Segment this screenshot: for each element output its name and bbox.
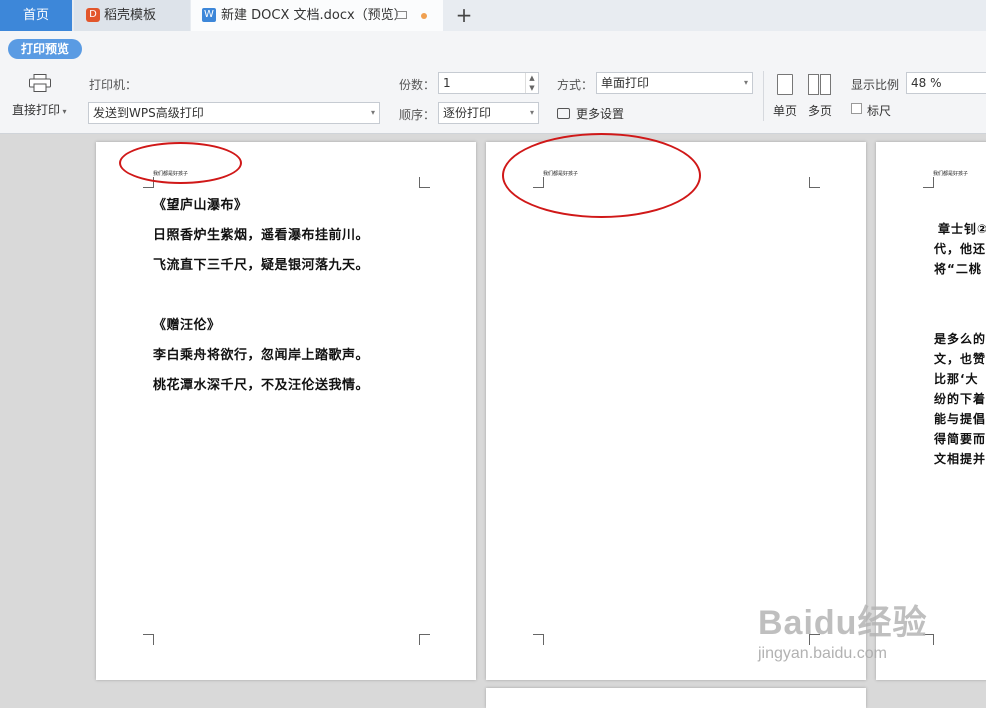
body-line: 章士钊②	[938, 222, 986, 236]
new-tab-button[interactable]: +	[452, 0, 476, 31]
monitor-icon[interactable]	[396, 11, 407, 19]
printer-label: 打印机：	[89, 78, 138, 92]
baidu-watermark: Baidu经验 jingyan.baidu.com	[758, 595, 928, 662]
dropdown-arrow-icon: ▾	[370, 108, 375, 117]
tab-daoke-templates[interactable]: D 稻壳模板	[74, 0, 190, 31]
page-header: 我们都是好孩子	[933, 171, 969, 177]
poem-line: 飞流直下三千尺，疑是银河落九天。	[153, 258, 370, 273]
tab-daoke-label: 稻壳模板	[104, 8, 157, 23]
wps-writer-icon: W	[202, 8, 216, 22]
body-line: 代，他还	[934, 242, 986, 256]
copies-value: 1	[443, 76, 451, 90]
preview-page-1: 我们都是好孩子 《望庐山瀑布》 日照香炉生紫烟，遥看瀑布挂前川。 飞流直下三千尺…	[96, 142, 476, 680]
direct-print-label: 直接打印	[12, 103, 61, 117]
margin-mark	[533, 634, 544, 645]
multi-page-icon-2	[820, 74, 831, 95]
tab-document-label: 新建 DOCX 文档.docx（预览）	[221, 8, 407, 23]
margin-mark	[419, 177, 430, 188]
body-line: 纷的下着	[934, 392, 986, 406]
order-label: 顺序：	[399, 108, 436, 122]
ruler-checkbox[interactable]	[851, 103, 862, 114]
margin-mark	[143, 634, 154, 645]
zoom-input[interactable]: 48 %	[906, 72, 986, 94]
printer-icon[interactable]	[29, 74, 51, 92]
poem-title: 《赠汪伦》	[153, 318, 221, 333]
copies-label: 份数：	[399, 78, 436, 92]
printer-value: 发送到WPS高级打印	[93, 106, 204, 120]
copies-input[interactable]: 1 ▲ ▼	[438, 72, 539, 94]
printer-select[interactable]: 发送到WPS高级打印 ▾	[88, 102, 380, 124]
preview-page-next	[486, 688, 866, 708]
body-line: 得简要而	[934, 432, 986, 446]
body-line: 将“二桃	[934, 262, 982, 276]
poem-title: 《望庐山瀑布》	[153, 198, 248, 213]
margin-mark	[923, 177, 934, 188]
zoom-value: 48 %	[911, 76, 942, 90]
tab-document[interactable]: W 新建 DOCX 文档.docx（预览）	[191, 0, 443, 31]
daoke-logo-icon: D	[86, 8, 100, 22]
method-select[interactable]: 单面打印 ▾	[596, 72, 753, 94]
poem-line: 日照香炉生紫烟，遥看瀑布挂前川。	[153, 228, 370, 243]
watermark-url: jingyan.baidu.com	[758, 645, 887, 662]
settings-printer-icon	[557, 108, 570, 119]
poem-line: 桃花潭水深千尺，不及汪伦送我情。	[153, 378, 370, 393]
single-page-label: 单页	[773, 104, 798, 118]
more-settings-button[interactable]: 更多设置	[557, 105, 624, 122]
zoom-label: 显示比例	[851, 78, 900, 92]
divider	[763, 71, 764, 121]
single-page-icon	[777, 74, 793, 95]
order-select[interactable]: 逐份打印 ▾	[438, 102, 539, 124]
poem-line: 李白乘舟将欲行，忽闻岸上踏歌声。	[153, 348, 370, 363]
watermark-logo: Baidu经验	[758, 604, 928, 642]
multi-page-icon	[808, 74, 819, 95]
method-value: 单面打印	[601, 76, 650, 90]
copies-stepper[interactable]: ▲ ▼	[525, 73, 538, 93]
order-value: 逐份打印	[443, 106, 492, 120]
ruler-label: 标尺	[867, 104, 892, 118]
red-annotation-ellipse	[502, 133, 701, 218]
more-settings-label: 更多设置	[576, 107, 625, 121]
tab-home[interactable]: 首页	[0, 0, 72, 31]
body-line: 比那‘大	[934, 372, 979, 386]
body-line: 能与提倡	[934, 412, 986, 426]
dropdown-arrow-icon: ▾	[743, 78, 748, 87]
multi-page-label: 多页	[808, 104, 833, 118]
tab-bar: 首页 D 稻壳模板 W 新建 DOCX 文档.docx（预览） +	[0, 0, 986, 32]
red-annotation-ellipse	[119, 142, 242, 184]
margin-mark	[809, 177, 820, 188]
margin-mark	[419, 634, 430, 645]
body-line: 是多么的	[934, 332, 986, 346]
method-label: 方式：	[557, 78, 594, 92]
body-line: 文，也赞	[934, 352, 986, 366]
unsaved-dot-icon	[421, 13, 427, 19]
dropdown-arrow-icon: ▾	[529, 108, 534, 117]
direct-print-button[interactable]: 直接打印 ▾	[12, 101, 67, 118]
print-preview-badge[interactable]: 打印预览	[8, 39, 83, 59]
body-line: 文相提并	[934, 452, 986, 466]
print-preview-toolbar: 打印预览 直接打印 ▾ 打印机： 发送到WPS高级打印 ▾ 份数： 1 ▲ ▼ 顺…	[0, 31, 986, 134]
